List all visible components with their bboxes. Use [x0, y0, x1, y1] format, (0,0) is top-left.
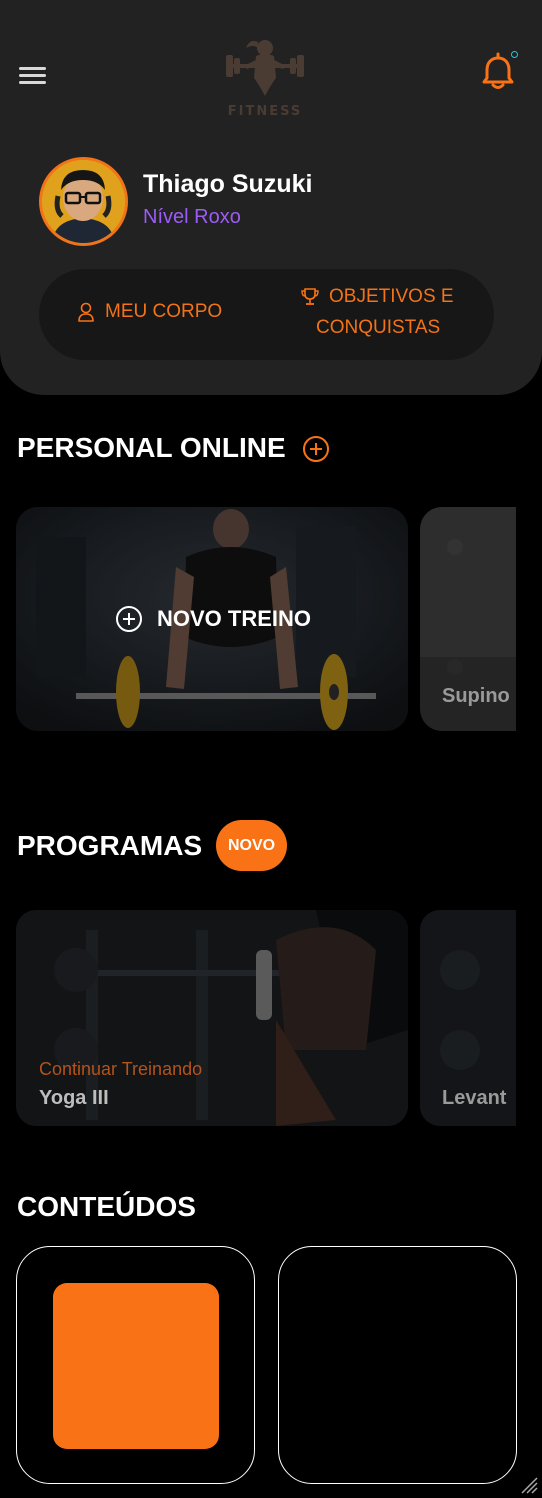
novo-treino-label: NOVO TREINO	[157, 606, 312, 631]
novo-treino-cta[interactable]: NOVO TREINO	[115, 605, 311, 633]
objetivos-conquistas-button[interactable]: OBJETIVOS E CONQUISTAS	[301, 286, 471, 339]
meu-corpo-button[interactable]: MEU CORPO	[77, 301, 222, 323]
novo-badge: NOVO	[216, 820, 287, 871]
program-status: Continuar Treinando	[39, 1059, 203, 1079]
conteudos-title: CONTEÚDOS	[17, 1191, 196, 1222]
user-level: Nível Roxo	[143, 206, 241, 228]
meu-corpo-label: MEU CORPO	[105, 301, 223, 322]
avatar[interactable]	[39, 157, 128, 246]
program-name: Levant	[442, 1087, 507, 1109]
user-icon	[78, 302, 94, 322]
profile-actions-bar: MEU CORPO OBJETIVOS E CONQUISTAS	[39, 269, 494, 360]
app-logo: FITNESS	[220, 38, 310, 123]
header-panel: FITNESS Thiago Suzuki Nível Roxo MEU COR…	[0, 0, 542, 395]
resize-grip-icon[interactable]	[514, 1470, 538, 1494]
objetivos-label-line2: CONQUISTAS	[316, 317, 441, 338]
content-card[interactable]	[16, 1246, 255, 1484]
logo-text: FITNESS	[227, 104, 303, 119]
trophy-icon	[301, 288, 319, 305]
user-name: Thiago Suzuki	[143, 170, 313, 198]
notification-dot	[511, 51, 518, 58]
novo-treino-card[interactable]: NOVO TREINO	[16, 507, 408, 731]
logo-icon	[226, 40, 304, 96]
content-card[interactable]	[278, 1246, 517, 1484]
program-name: Yoga III	[39, 1087, 109, 1109]
content-thumbnail	[53, 1283, 219, 1449]
programas-title: PROGRAMAS	[17, 830, 203, 861]
workout-card-supino[interactable]: Supino	[420, 507, 516, 731]
plus-circle-icon	[116, 606, 142, 632]
workout-card-label: Supino	[442, 685, 510, 707]
program-card-levant[interactable]: Levant	[420, 910, 516, 1126]
menu-icon[interactable]	[19, 64, 49, 88]
personal-online-title: PERSONAL ONLINE	[17, 432, 286, 463]
plus-circle-icon[interactable]	[302, 435, 330, 463]
objetivos-label-line1: OBJETIVOS E	[329, 286, 454, 307]
bell-icon[interactable]	[480, 52, 516, 92]
program-card-yoga[interactable]: Continuar Treinando Yoga III	[16, 910, 408, 1126]
